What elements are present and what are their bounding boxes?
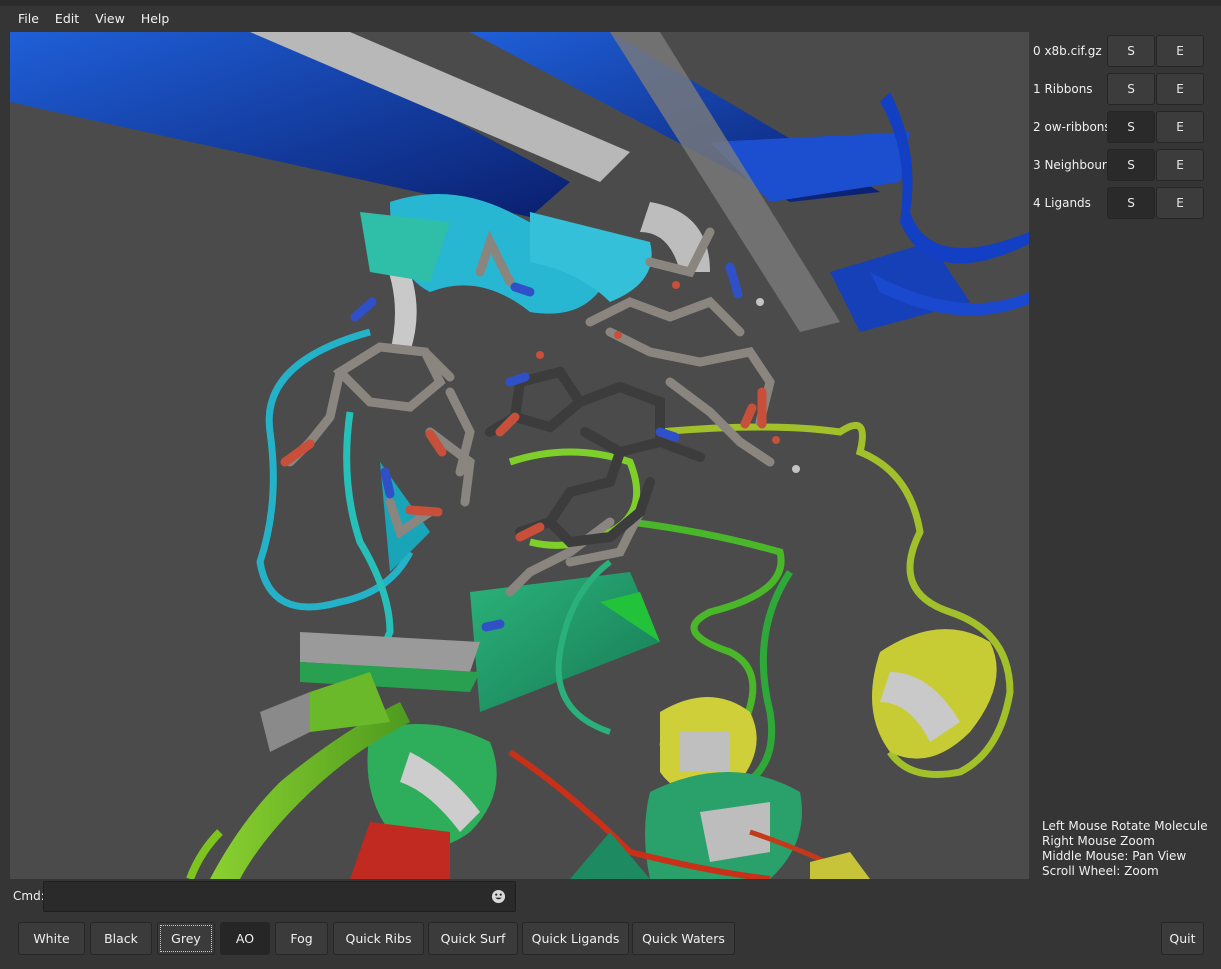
object-1-s-button[interactable]: S (1107, 73, 1155, 105)
mouse-help: Left Mouse Rotate Molecule Right Mouse Z… (1042, 819, 1208, 879)
object-1-e-button[interactable]: E (1156, 73, 1204, 105)
molecule-render (10, 32, 1029, 879)
help-line: Left Mouse Rotate Molecule (1042, 819, 1208, 833)
quick-surf-button[interactable]: Quick Surf (428, 922, 518, 955)
object-label: 0 x8b.cif.gz (1033, 44, 1102, 58)
cmd-label: Cmd: (13, 889, 45, 903)
object-3-s-button[interactable]: S (1107, 149, 1155, 181)
title-strip (0, 0, 1221, 6)
menubar: File Edit View Help (10, 6, 177, 32)
water-sphere (756, 298, 764, 306)
cmd-input[interactable] (43, 881, 516, 912)
menu-help[interactable]: Help (133, 6, 178, 32)
menu-view[interactable]: View (87, 6, 133, 32)
object-panel: 0 x8b.cif.gz S E 1 Ribbons S E 2 ow-ribb… (1029, 32, 1211, 879)
quit-button[interactable]: Quit (1161, 922, 1204, 955)
menu-file[interactable]: File (10, 6, 47, 32)
object-2-s-button[interactable]: S (1107, 111, 1155, 143)
object-label: 1 Ribbons (1033, 82, 1093, 96)
object-3-e-button[interactable]: E (1156, 149, 1204, 181)
object-2-e-button[interactable]: E (1156, 111, 1204, 143)
help-line: Right Mouse Zoom (1042, 834, 1155, 848)
fog-toggle-button[interactable]: Fog (275, 922, 328, 955)
object-0-s-button[interactable]: S (1107, 35, 1155, 67)
object-label: 4 Ligands (1033, 196, 1091, 210)
menu-edit[interactable]: Edit (47, 6, 87, 32)
quick-ribs-button[interactable]: Quick Ribs (333, 922, 424, 955)
water-sphere (792, 465, 800, 473)
ao-toggle-button[interactable]: AO (220, 922, 270, 955)
object-row-4: 4 Ligands S E (1029, 184, 1211, 222)
help-line: Middle Mouse: Pan View (1042, 849, 1187, 863)
app-window: File Edit View Help 0 x8b.cif.gz S E 1 R… (0, 0, 1221, 969)
object-row-3: 3 Neighbours S E (1029, 146, 1211, 184)
emoji-icon[interactable] (491, 889, 506, 904)
help-line: Scroll Wheel: Zoom (1042, 864, 1159, 878)
object-0-e-button[interactable]: E (1156, 35, 1204, 67)
white-bg-button[interactable]: White (18, 922, 85, 955)
quick-waters-button[interactable]: Quick Waters (632, 922, 735, 955)
object-row-2: 2 ow-ribbons S E (1029, 108, 1211, 146)
quick-ligands-button[interactable]: Quick Ligands (522, 922, 629, 955)
black-bg-button[interactable]: Black (90, 922, 152, 955)
object-row-1: 1 Ribbons S E (1029, 70, 1211, 108)
object-4-e-button[interactable]: E (1156, 187, 1204, 219)
molecule-viewport[interactable] (10, 32, 1029, 879)
object-label: 3 Neighbours (1033, 158, 1109, 172)
object-4-s-button[interactable]: S (1107, 187, 1155, 219)
grey-bg-button[interactable]: Grey (157, 922, 215, 955)
object-row-0: 0 x8b.cif.gz S E (1029, 32, 1211, 70)
object-label: 2 ow-ribbons (1033, 120, 1109, 134)
